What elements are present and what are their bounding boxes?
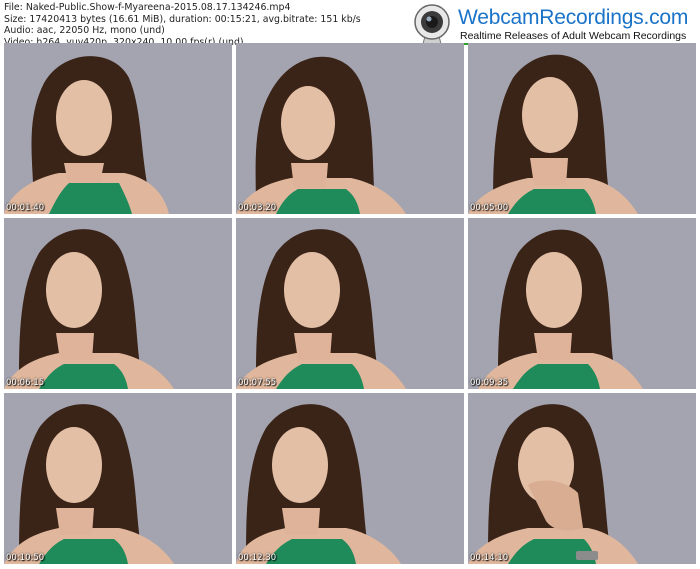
thumbnail-timestamp: 00:09:35 (470, 378, 509, 388)
thumbnail: 00:06:15 (4, 218, 232, 389)
thumbnail-timestamp: 00:07:55 (238, 378, 277, 388)
video-frame (468, 43, 696, 214)
video-frame (4, 393, 232, 564)
logo-title: WebcamRecordings.com (458, 6, 689, 29)
video-frame (468, 218, 696, 389)
thumbnail-timestamp: 00:06:15 (6, 378, 45, 388)
thumbnail-timestamp: 00:12:30 (238, 553, 277, 563)
thumbnail: 00:12:30 (236, 393, 464, 564)
thumbnail-timestamp: 00:14:10 (470, 553, 509, 563)
thumbnail-timestamp: 00:10:50 (6, 553, 45, 563)
thumbnail: 00:01:40 (4, 43, 232, 214)
video-frame (236, 393, 464, 564)
audio-info-line: Audio: aac, 22050 Hz, mono (und) (4, 25, 165, 36)
thumbnail: 00:14:10 (468, 393, 696, 564)
file-size-line: Size: 17420413 bytes (16.61 MiB), durati… (4, 13, 361, 25)
thumbnail: 00:09:35 (468, 218, 696, 389)
thumbnail-timestamp: 00:03:20 (238, 203, 277, 213)
video-frame (4, 43, 232, 214)
thumbnail: 00:05:00 (468, 43, 696, 214)
file-info: File: Naked-Public.Show-f-Myareena-2015.… (4, 2, 361, 48)
thumbnail-timestamp: 00:01:40 (6, 203, 45, 213)
video-frame (4, 218, 232, 389)
file-name-line: File: Naked-Public.Show-f-Myareena-2015.… (4, 2, 291, 13)
thumbnail: 00:03:20 (236, 43, 464, 214)
video-frame (468, 393, 696, 564)
video-frame (236, 43, 464, 214)
thumbnail: 00:10:50 (4, 393, 232, 564)
video-frame (236, 218, 464, 389)
thumbnail-timestamp: 00:05:00 (470, 203, 509, 213)
thumbnail: 00:07:55 (236, 218, 464, 389)
